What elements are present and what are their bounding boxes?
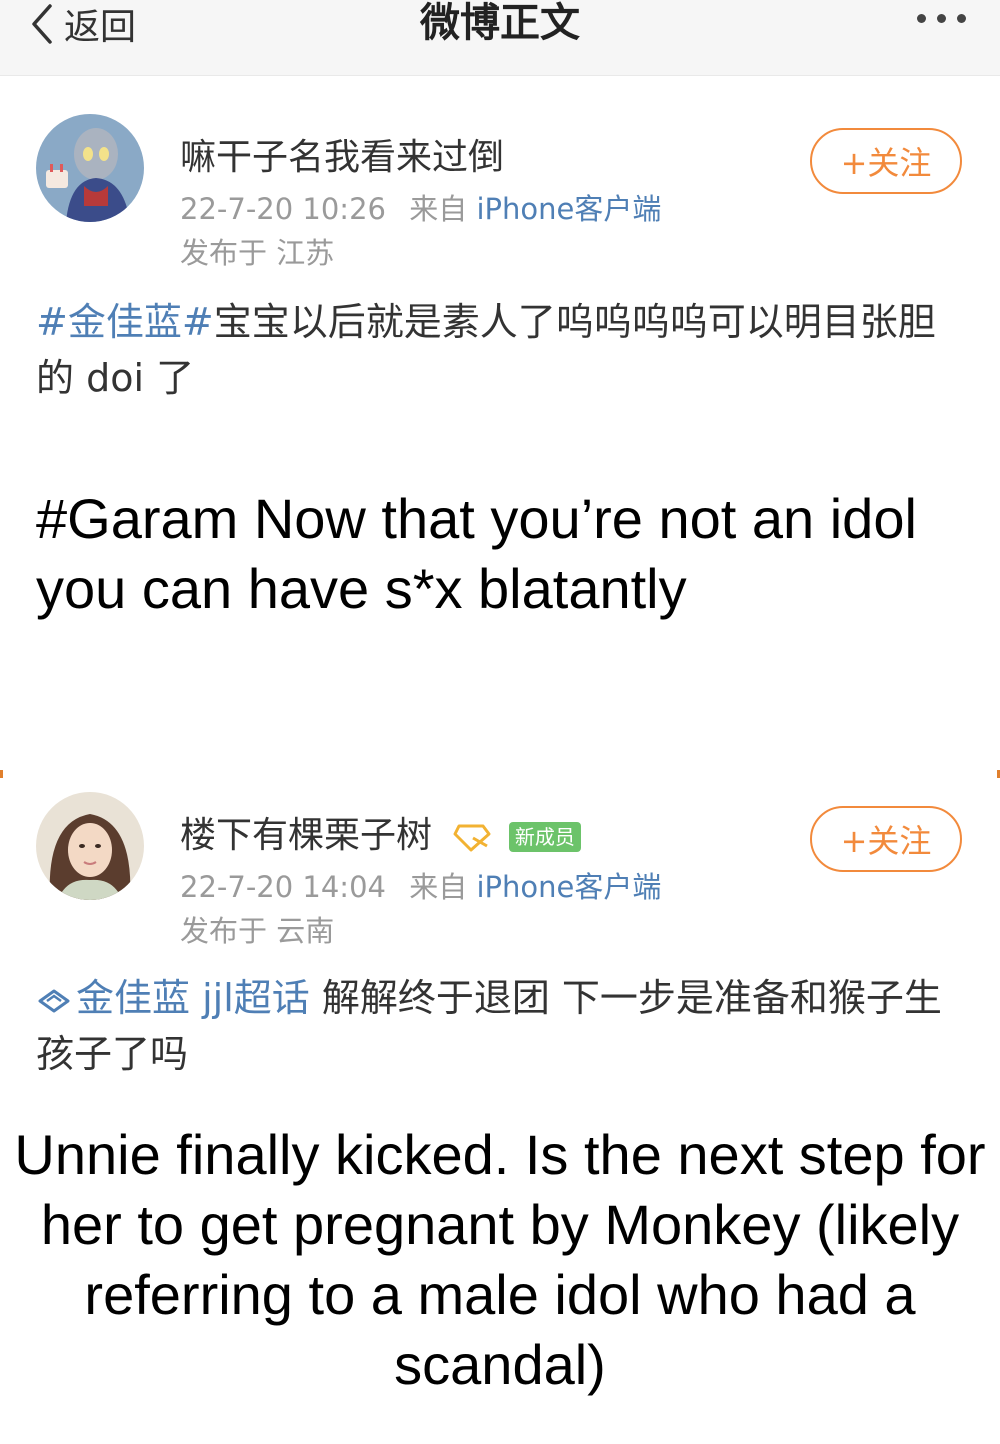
supertopic-diamond-icon	[38, 989, 70, 1012]
page-title: 微博正文	[420, 0, 580, 46]
post-time: 22-7-20 10:26	[180, 192, 386, 226]
follow-button[interactable]: +关注	[810, 128, 962, 194]
avatar-image	[36, 792, 144, 900]
topic-link[interactable]: #金佳蓝#	[36, 300, 214, 344]
more-dots-icon[interactable]	[917, 14, 966, 23]
avatar[interactable]	[36, 792, 144, 900]
username[interactable]: 楼下有棵栗子树	[180, 815, 432, 856]
post-meta: 22-7-20 14:04 来自 iPhone客户端	[180, 864, 661, 906]
avatar-image	[36, 114, 144, 222]
diamond-badge-icon	[453, 824, 491, 852]
from-label: 来自	[409, 870, 468, 904]
post-meta: 22-7-20 10:26 来自 iPhone客户端	[180, 186, 661, 228]
translation-caption: Unnie finally kicked. Is the next step f…	[14, 1123, 986, 1396]
nav-bar: 返回 微博正文	[0, 0, 1000, 76]
post-body: #金佳蓝#宝宝以后就是素人了呜呜呜呜可以明目张胆的 doi 了	[36, 294, 966, 406]
source-link[interactable]: iPhone客户端	[476, 870, 661, 904]
username[interactable]: 嘛干子名我看来过倒	[180, 128, 504, 180]
new-member-badge: 新成员	[508, 822, 581, 852]
divider-mark	[0, 770, 3, 778]
post-location: 发布于 云南	[180, 914, 335, 948]
avatar[interactable]	[36, 114, 144, 222]
post-body: 金佳蓝 jjl超话 解解终于退团 下一步是准备和猴子生孩子了吗	[36, 970, 966, 1082]
post-location: 发布于 江苏	[180, 236, 335, 270]
from-label: 来自	[409, 192, 468, 226]
follow-button[interactable]: +关注	[810, 806, 962, 872]
supertopic-link[interactable]: 金佳蓝 jjl超话	[36, 976, 310, 1020]
post-time: 22-7-20 14:04	[180, 870, 386, 904]
supertopic-label: 金佳蓝 jjl超话	[76, 976, 310, 1020]
translation-caption: #Garam Now that you’re not an idol you c…	[36, 487, 917, 620]
username-row: 楼下有棵栗子树 新成员	[180, 806, 581, 858]
source-link[interactable]: iPhone客户端	[476, 192, 661, 226]
